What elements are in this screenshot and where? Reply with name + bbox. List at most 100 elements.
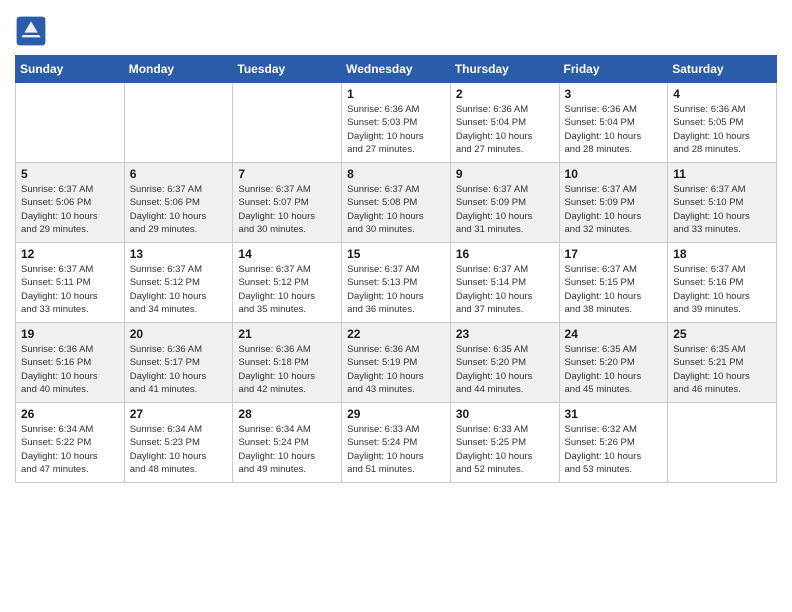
day-info: Sunrise: 6:36 AM Sunset: 5:19 PM Dayligh… [347, 343, 445, 396]
calendar-cell: 29 Sunrise: 6:33 AM Sunset: 5:24 PM Dayli… [342, 403, 451, 483]
day-number: 3 [565, 87, 663, 101]
calendar-cell: 17 Sunrise: 6:37 AM Sunset: 5:15 PM Dayli… [559, 243, 668, 323]
calendar-cell: 14 Sunrise: 6:37 AM Sunset: 5:12 PM Dayli… [233, 243, 342, 323]
calendar-cell: 19 Sunrise: 6:36 AM Sunset: 5:16 PM Dayli… [16, 323, 125, 403]
day-number: 14 [238, 247, 336, 261]
day-number: 11 [673, 167, 771, 181]
day-number: 15 [347, 247, 445, 261]
day-number: 20 [130, 327, 228, 341]
calendar-cell: 15 Sunrise: 6:37 AM Sunset: 5:13 PM Dayli… [342, 243, 451, 323]
day-info: Sunrise: 6:37 AM Sunset: 5:14 PM Dayligh… [456, 263, 554, 316]
calendar-cell: 4 Sunrise: 6:36 AM Sunset: 5:05 PM Daylig… [668, 83, 777, 163]
day-info: Sunrise: 6:36 AM Sunset: 5:03 PM Dayligh… [347, 103, 445, 156]
calendar-cell: 2 Sunrise: 6:36 AM Sunset: 5:04 PM Daylig… [450, 83, 559, 163]
calendar-cell: 25 Sunrise: 6:35 AM Sunset: 5:21 PM Dayli… [668, 323, 777, 403]
calendar-cell: 30 Sunrise: 6:33 AM Sunset: 5:25 PM Dayli… [450, 403, 559, 483]
day-number: 18 [673, 247, 771, 261]
day-number: 5 [21, 167, 119, 181]
day-number: 2 [456, 87, 554, 101]
day-number: 27 [130, 407, 228, 421]
day-info: Sunrise: 6:37 AM Sunset: 5:11 PM Dayligh… [21, 263, 119, 316]
day-info: Sunrise: 6:37 AM Sunset: 5:09 PM Dayligh… [456, 183, 554, 236]
day-number: 1 [347, 87, 445, 101]
day-number: 26 [21, 407, 119, 421]
day-number: 16 [456, 247, 554, 261]
day-number: 17 [565, 247, 663, 261]
weekday-header-monday: Monday [124, 56, 233, 83]
calendar-cell: 18 Sunrise: 6:37 AM Sunset: 5:16 PM Dayli… [668, 243, 777, 323]
calendar-cell: 28 Sunrise: 6:34 AM Sunset: 5:24 PM Dayli… [233, 403, 342, 483]
day-info: Sunrise: 6:35 AM Sunset: 5:20 PM Dayligh… [565, 343, 663, 396]
calendar-cell: 3Sunrise: 6:36 AM Sunset: 5:04 PM Daylig… [559, 83, 668, 163]
weekday-header-friday: Friday [559, 56, 668, 83]
calendar-cell: 6 Sunrise: 6:37 AM Sunset: 5:06 PM Daylig… [124, 163, 233, 243]
calendar-cell [668, 403, 777, 483]
calendar-cell: 10Sunrise: 6:37 AM Sunset: 5:09 PM Dayli… [559, 163, 668, 243]
calendar-row-3: 12Sunrise: 6:37 AM Sunset: 5:11 PM Dayli… [16, 243, 777, 323]
calendar-cell: 21Sunrise: 6:36 AM Sunset: 5:18 PM Dayli… [233, 323, 342, 403]
day-number: 8 [347, 167, 445, 181]
day-number: 24 [565, 327, 663, 341]
day-info: Sunrise: 6:36 AM Sunset: 5:16 PM Dayligh… [21, 343, 119, 396]
day-info: Sunrise: 6:32 AM Sunset: 5:26 PM Dayligh… [565, 423, 663, 476]
day-info: Sunrise: 6:33 AM Sunset: 5:24 PM Dayligh… [347, 423, 445, 476]
calendar-cell: 9 Sunrise: 6:37 AM Sunset: 5:09 PM Daylig… [450, 163, 559, 243]
calendar-row-5: 26 Sunrise: 6:34 AM Sunset: 5:22 PM Dayli… [16, 403, 777, 483]
day-number: 30 [456, 407, 554, 421]
calendar-cell: 5Sunrise: 6:37 AM Sunset: 5:06 PM Daylig… [16, 163, 125, 243]
day-number: 22 [347, 327, 445, 341]
day-info: Sunrise: 6:36 AM Sunset: 5:05 PM Dayligh… [673, 103, 771, 156]
day-info: Sunrise: 6:37 AM Sunset: 5:07 PM Dayligh… [238, 183, 336, 236]
day-info: Sunrise: 6:37 AM Sunset: 5:16 PM Dayligh… [673, 263, 771, 316]
day-number: 10 [565, 167, 663, 181]
day-info: Sunrise: 6:36 AM Sunset: 5:18 PM Dayligh… [238, 343, 336, 396]
day-info: Sunrise: 6:37 AM Sunset: 5:12 PM Dayligh… [130, 263, 228, 316]
day-info: Sunrise: 6:37 AM Sunset: 5:15 PM Dayligh… [565, 263, 663, 316]
day-number: 25 [673, 327, 771, 341]
logo [15, 15, 51, 47]
day-number: 9 [456, 167, 554, 181]
calendar-row-4: 19 Sunrise: 6:36 AM Sunset: 5:16 PM Dayli… [16, 323, 777, 403]
calendar-cell: 7 Sunrise: 6:37 AM Sunset: 5:07 PM Daylig… [233, 163, 342, 243]
weekday-header-thursday: Thursday [450, 56, 559, 83]
calendar-cell: 13 Sunrise: 6:37 AM Sunset: 5:12 PM Dayli… [124, 243, 233, 323]
day-info: Sunrise: 6:37 AM Sunset: 5:06 PM Dayligh… [130, 183, 228, 236]
day-number: 29 [347, 407, 445, 421]
day-number: 4 [673, 87, 771, 101]
calendar-cell: 24 Sunrise: 6:35 AM Sunset: 5:20 PM Dayli… [559, 323, 668, 403]
weekday-header-sunday: Sunday [16, 56, 125, 83]
day-info: Sunrise: 6:34 AM Sunset: 5:24 PM Dayligh… [238, 423, 336, 476]
logo-icon [15, 15, 47, 47]
calendar-cell [16, 83, 125, 163]
calendar-cell: 23Sunrise: 6:35 AM Sunset: 5:20 PM Dayli… [450, 323, 559, 403]
day-number: 7 [238, 167, 336, 181]
day-info: Sunrise: 6:37 AM Sunset: 5:13 PM Dayligh… [347, 263, 445, 316]
day-number: 19 [21, 327, 119, 341]
day-info: Sunrise: 6:34 AM Sunset: 5:23 PM Dayligh… [130, 423, 228, 476]
day-info: Sunrise: 6:37 AM Sunset: 5:12 PM Dayligh… [238, 263, 336, 316]
day-number: 6 [130, 167, 228, 181]
day-number: 31 [565, 407, 663, 421]
day-number: 28 [238, 407, 336, 421]
calendar-cell: 31 Sunrise: 6:32 AM Sunset: 5:26 PM Dayli… [559, 403, 668, 483]
weekday-header-row: SundayMondayTuesdayWednesdayThursdayFrid… [16, 56, 777, 83]
calendar-cell [233, 83, 342, 163]
calendar-cell: 1 Sunrise: 6:36 AM Sunset: 5:03 PM Daylig… [342, 83, 451, 163]
day-info: Sunrise: 6:35 AM Sunset: 5:20 PM Dayligh… [456, 343, 554, 396]
weekday-header-tuesday: Tuesday [233, 56, 342, 83]
day-info: Sunrise: 6:36 AM Sunset: 5:17 PM Dayligh… [130, 343, 228, 396]
weekday-header-saturday: Saturday [668, 56, 777, 83]
day-info: Sunrise: 6:33 AM Sunset: 5:25 PM Dayligh… [456, 423, 554, 476]
day-number: 13 [130, 247, 228, 261]
day-info: Sunrise: 6:36 AM Sunset: 5:04 PM Dayligh… [456, 103, 554, 156]
calendar-table: SundayMondayTuesdayWednesdayThursdayFrid… [15, 55, 777, 483]
weekday-header-wednesday: Wednesday [342, 56, 451, 83]
day-info: Sunrise: 6:34 AM Sunset: 5:22 PM Dayligh… [21, 423, 119, 476]
page-header [15, 10, 777, 47]
calendar-cell: 26 Sunrise: 6:34 AM Sunset: 5:22 PM Dayli… [16, 403, 125, 483]
calendar-cell: 20 Sunrise: 6:36 AM Sunset: 5:17 PM Dayli… [124, 323, 233, 403]
calendar-cell: 16 Sunrise: 6:37 AM Sunset: 5:14 PM Dayli… [450, 243, 559, 323]
day-info: Sunrise: 6:37 AM Sunset: 5:08 PM Dayligh… [347, 183, 445, 236]
day-info: Sunrise: 6:35 AM Sunset: 5:21 PM Dayligh… [673, 343, 771, 396]
day-info: Sunrise: 6:37 AM Sunset: 5:10 PM Dayligh… [673, 183, 771, 236]
